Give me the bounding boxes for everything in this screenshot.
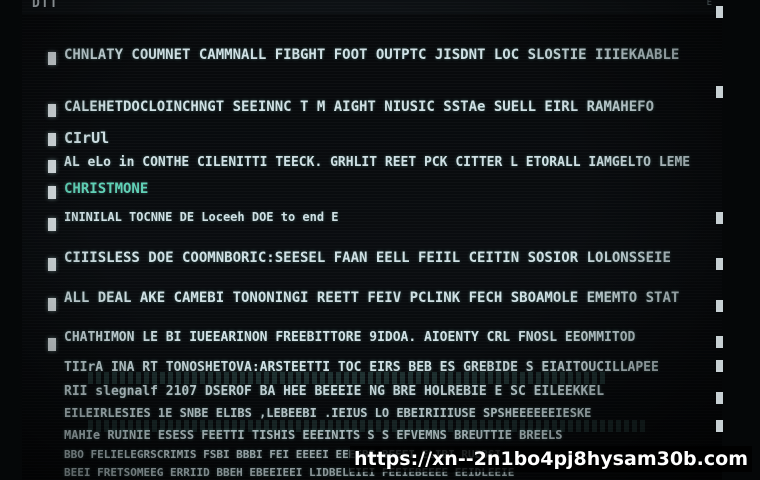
line-marker — [48, 52, 56, 65]
text-line: CALEHETDOCLOINCHNGT SEEINNC T M AIGHT NI… — [64, 99, 655, 115]
line-marker — [48, 258, 56, 271]
url-watermark: https://xn--2n1bo4pj8hysam30b.com — [349, 446, 752, 472]
rail-marker — [716, 86, 723, 98]
top-bar: DTT E — [22, 0, 722, 14]
rail-marker — [716, 212, 723, 224]
rail-marker — [716, 300, 723, 312]
text-line: CHATHIMON LE BI IUEEARINON FREEBITTORE 9… — [64, 330, 636, 345]
text-line: CIrUl — [64, 129, 110, 147]
scroll-rail[interactable] — [716, 0, 726, 480]
line-marker — [48, 133, 56, 146]
text-line: CHRISTMONE — [64, 181, 149, 197]
line-marker — [48, 338, 56, 351]
text-line: ALL DEAL AKE CAMEBI TONONINGI REETT FEIV… — [64, 290, 680, 306]
line-marker — [48, 298, 56, 311]
line-marker — [48, 218, 56, 231]
line-marker — [48, 186, 56, 199]
glitch-bar — [88, 420, 648, 432]
window-title: DTT — [32, 0, 59, 11]
text-line: AL eLo in CONTHE CILENITTI TEECK. GRHLIT… — [64, 155, 691, 170]
rail-marker — [716, 360, 723, 372]
corner-label: E — [706, 0, 712, 8]
line-marker — [48, 160, 56, 173]
rail-marker — [716, 336, 723, 348]
text-line: RII slegnalf 2107 DSEROF BA HEE BEEEIE N… — [64, 384, 605, 399]
glitch-bar — [88, 372, 608, 384]
text-line: CIIISLESS DOE COOMNBORIC:SEESEL FAAN EEL… — [64, 250, 671, 266]
line-marker — [48, 104, 56, 117]
terminal-screen: DTT E CHNLATY COUMNET CAMMNALL FIBGHT FO… — [22, 0, 722, 480]
rail-marker — [716, 6, 723, 18]
text-line: ININILAL TOCNNE DE Loceeh DOE to end E — [64, 210, 339, 224]
text-line: EILEIRLESIES 1E SNBE ELIBS ,LEBEEBI .IEI… — [64, 406, 592, 420]
rail-marker — [716, 420, 723, 432]
rail-marker — [716, 258, 723, 270]
text-line: CHNLATY COUMNET CAMMNALL FIBGHT FOOT OUT… — [64, 47, 680, 63]
rail-marker — [716, 392, 723, 404]
